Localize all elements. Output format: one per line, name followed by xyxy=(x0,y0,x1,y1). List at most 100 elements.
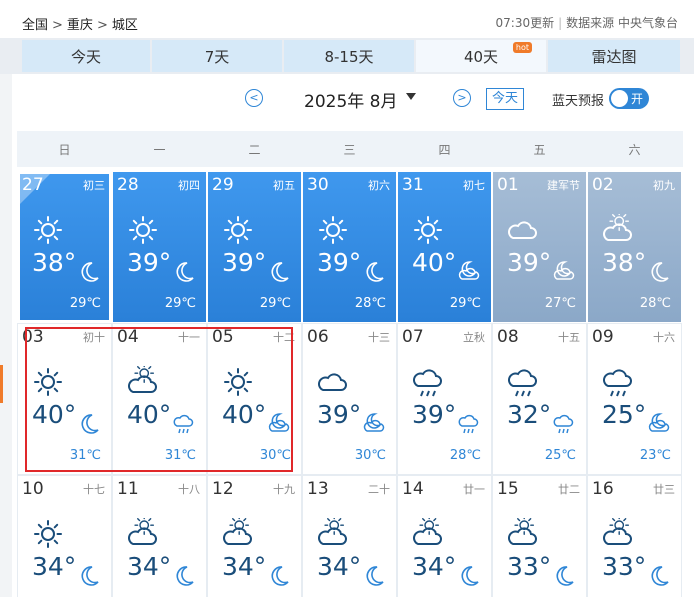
current-month[interactable]: 2025年 8月 xyxy=(304,87,397,112)
day-cell[interactable]: 29 初五 39° 29℃ xyxy=(208,172,301,322)
breadcrumb: 全国 > 重庆 > 城区 xyxy=(22,14,138,33)
day-number: 13 xyxy=(307,479,329,499)
day-cell[interactable]: 27 初三 38° 29℃ xyxy=(18,172,111,322)
lunar-date: 初七 xyxy=(463,179,485,192)
breadcrumb-national[interactable]: 全国 xyxy=(22,18,48,33)
high-temp: 38° xyxy=(32,248,77,277)
weekday-label: 六 xyxy=(628,143,641,157)
lunar-date: 十八 xyxy=(178,483,200,496)
weekday-label: 日 xyxy=(58,143,71,157)
today-button[interactable]: 今天 xyxy=(486,88,524,110)
night-moon-icon xyxy=(461,566,479,586)
day-cell[interactable]: 01 建军节 39° 27℃ xyxy=(493,172,586,322)
day-cell[interactable]: 28 初四 39° 29℃ xyxy=(113,172,206,322)
blue-sky-toggle[interactable]: 开 xyxy=(609,88,649,109)
night-moon-cloud-icon xyxy=(458,261,480,280)
day-number: 15 xyxy=(497,479,519,499)
caret-down-icon[interactable] xyxy=(406,93,416,100)
forecast-tabs: 今天 7天 8-15天 40天 hot 雷达图 xyxy=(22,40,680,72)
blue-sky-label: 蓝天预报 xyxy=(552,94,605,109)
day-number: 08 xyxy=(497,327,519,347)
rain-icon xyxy=(603,369,632,397)
day-number: 02 xyxy=(592,175,614,195)
lunar-date: 十七 xyxy=(83,483,105,496)
day-cell[interactable]: 08 十五 32° 25℃ xyxy=(493,324,586,474)
toggle-knob xyxy=(611,90,628,107)
lunar-date: 二十 xyxy=(368,483,390,496)
night-moon-icon xyxy=(176,566,194,586)
night-moon-icon xyxy=(651,566,669,586)
lunar-date: 初三 xyxy=(83,179,105,192)
tab-40day[interactable]: 40天 hot xyxy=(416,40,546,72)
day-cell[interactable]: 09 十六 25° 23℃ xyxy=(588,324,681,474)
day-number: 12 xyxy=(212,479,234,499)
high-temp: 39° xyxy=(507,248,552,277)
high-temp: 32° xyxy=(507,400,552,429)
day-cell[interactable]: 14 廿一 34° xyxy=(398,476,491,597)
tab-8-15day[interactable]: 8-15天 xyxy=(284,40,414,72)
high-temp: 34° xyxy=(412,552,457,581)
low-temp: 25℃ xyxy=(544,448,576,463)
breadcrumb-province[interactable]: 重庆 xyxy=(67,18,93,33)
month-navigation: < 2025年 8月 > 今天 蓝天预报 开 xyxy=(12,82,694,116)
weekday-label: 五 xyxy=(533,143,546,157)
night-moon-icon xyxy=(176,262,194,282)
high-temp: 34° xyxy=(127,552,172,581)
sunny-icon xyxy=(414,216,442,244)
tab-7day[interactable]: 7天 xyxy=(152,40,282,72)
side-marker xyxy=(0,365,3,403)
lunar-date: 廿三 xyxy=(653,483,675,496)
rain-icon xyxy=(413,369,442,397)
night-moon-icon xyxy=(366,262,384,282)
low-temp: 30℃ xyxy=(354,448,386,463)
prev-month-button[interactable]: < xyxy=(245,89,263,107)
cloudy-icon xyxy=(318,373,347,391)
low-temp: 29℃ xyxy=(259,296,291,311)
lunar-date: 廿一 xyxy=(463,483,485,496)
tab-radar[interactable]: 雷达图 xyxy=(548,40,680,72)
lunar-date: 初五 xyxy=(273,179,295,192)
tab-today[interactable]: 今天 xyxy=(22,40,150,72)
high-temp: 38° xyxy=(602,248,647,277)
day-number: 14 xyxy=(402,479,424,499)
breadcrumb-city: 城区 xyxy=(111,18,138,33)
rain-icon xyxy=(508,369,537,397)
day-cell[interactable]: 12 十九 34° xyxy=(208,476,301,597)
night-rain-icon xyxy=(553,414,574,434)
low-temp: 23℃ xyxy=(639,448,671,463)
day-cell[interactable]: 11 十八 34° xyxy=(113,476,206,597)
day-cell[interactable]: 06 十三 39° 30℃ xyxy=(303,324,396,474)
high-temp: 34° xyxy=(222,552,267,581)
top-bar: 全国 > 重庆 > 城区 07:30更新 | 数据来源 中央气象台 xyxy=(0,0,694,38)
cloudy-icon xyxy=(508,221,537,239)
night-moon-icon xyxy=(81,262,99,282)
weekday-label: 一 xyxy=(153,143,166,157)
day-cell[interactable]: 07 立秋 39° 28℃ xyxy=(398,324,491,474)
day-cell[interactable]: 30 初六 39° 28℃ xyxy=(303,172,396,322)
day-cell[interactable]: 02 初九 38° 28℃ xyxy=(588,172,681,322)
partly-cloudy-icon xyxy=(413,518,442,545)
weekday-label: 二 xyxy=(248,143,261,157)
day-number: 01 xyxy=(497,175,519,195)
lunar-date: 十三 xyxy=(368,331,390,344)
high-temp: 39° xyxy=(412,400,457,429)
day-cell[interactable]: 13 二十 34° xyxy=(303,476,396,597)
day-number: 10 xyxy=(22,479,44,499)
day-cell[interactable]: 31 初七 40° 29℃ xyxy=(398,172,491,322)
high-temp: 40° xyxy=(412,248,457,277)
breadcrumb-separator: > xyxy=(96,18,108,33)
lunar-date: 初六 xyxy=(368,179,390,192)
day-cell[interactable]: 10 十七 34° xyxy=(18,476,111,597)
hot-badge: hot xyxy=(512,42,532,53)
day-number: 07 xyxy=(402,327,424,347)
day-number: 29 xyxy=(212,175,234,195)
update-time: 07:30更新 xyxy=(495,16,555,30)
night-moon-icon xyxy=(651,262,669,282)
day-cell[interactable]: 16 廿三 33° xyxy=(588,476,681,597)
next-month-button[interactable]: > xyxy=(453,89,471,107)
sunny-icon xyxy=(34,216,62,244)
day-cell[interactable]: 15 廿二 33° xyxy=(493,476,586,597)
high-temp: 34° xyxy=(32,552,77,581)
weekday-label: 四 xyxy=(438,143,451,157)
weekday-label: 三 xyxy=(343,143,356,157)
